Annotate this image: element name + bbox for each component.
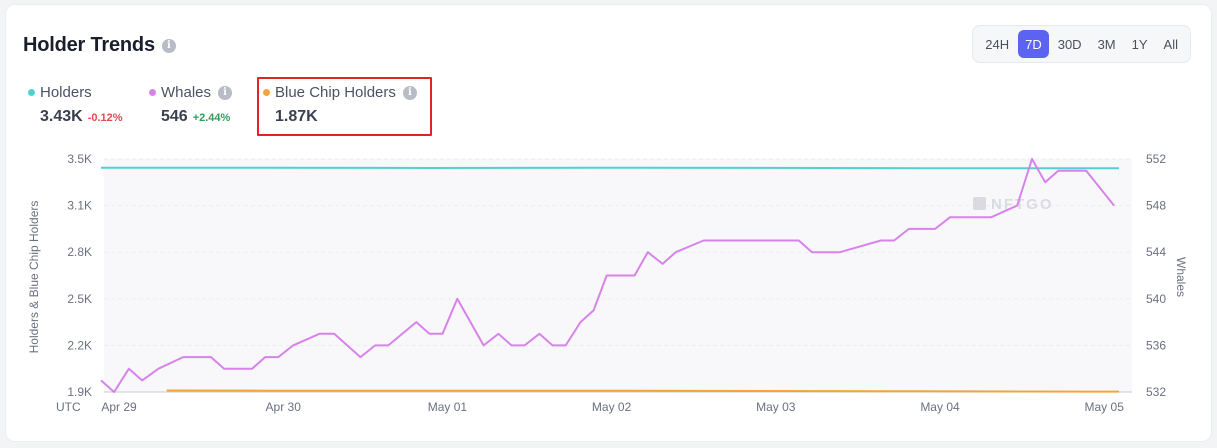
x-tick-label: Apr 29 xyxy=(101,400,137,414)
nftgo-logo-icon xyxy=(973,197,986,210)
y-right-tick-label: 548 xyxy=(1146,199,1166,213)
y-left-tick-label: 2.5K xyxy=(67,292,92,306)
y-right-tick-label: 544 xyxy=(1146,245,1166,259)
series-line-blue-chip-holders xyxy=(166,389,1119,393)
y-left-tick-label: 1.9K xyxy=(67,385,92,399)
y-right-tick-label: 540 xyxy=(1146,292,1166,306)
x-tick-label: May 02 xyxy=(592,400,632,414)
y-left-tick-label: 3.5K xyxy=(67,152,92,166)
watermark-text: NFTGO xyxy=(991,196,1054,213)
y-right-tick-label: 532 xyxy=(1146,385,1166,399)
y-left-tick-label: 3.1K xyxy=(67,199,92,213)
x-tick-label: May 05 xyxy=(1085,400,1125,414)
y-right-tick-label: 552 xyxy=(1146,152,1166,166)
y-right-axis-title: Whales xyxy=(1174,257,1188,297)
holder-trends-chart: 1.9K 2.2K 2.5K 2.8K 3.1K 3.5K 532 536 540 544 548 5… xyxy=(27,152,1188,414)
y-left-tick-label: 2.2K xyxy=(67,338,92,352)
x-tick-label: May 04 xyxy=(920,400,960,414)
x-tick-label: Apr 30 xyxy=(266,400,302,414)
series-line-holders xyxy=(101,166,1119,170)
x-tick-label: May 01 xyxy=(428,400,468,414)
y-right-tick-label: 536 xyxy=(1146,338,1166,352)
x-axis-prefix: UTC xyxy=(56,400,81,414)
y-left-tick-label: 2.8K xyxy=(67,245,92,259)
y-left-axis-title: Holders & Blue Chip Holders xyxy=(27,201,41,354)
x-tick-label: May 03 xyxy=(756,400,796,414)
